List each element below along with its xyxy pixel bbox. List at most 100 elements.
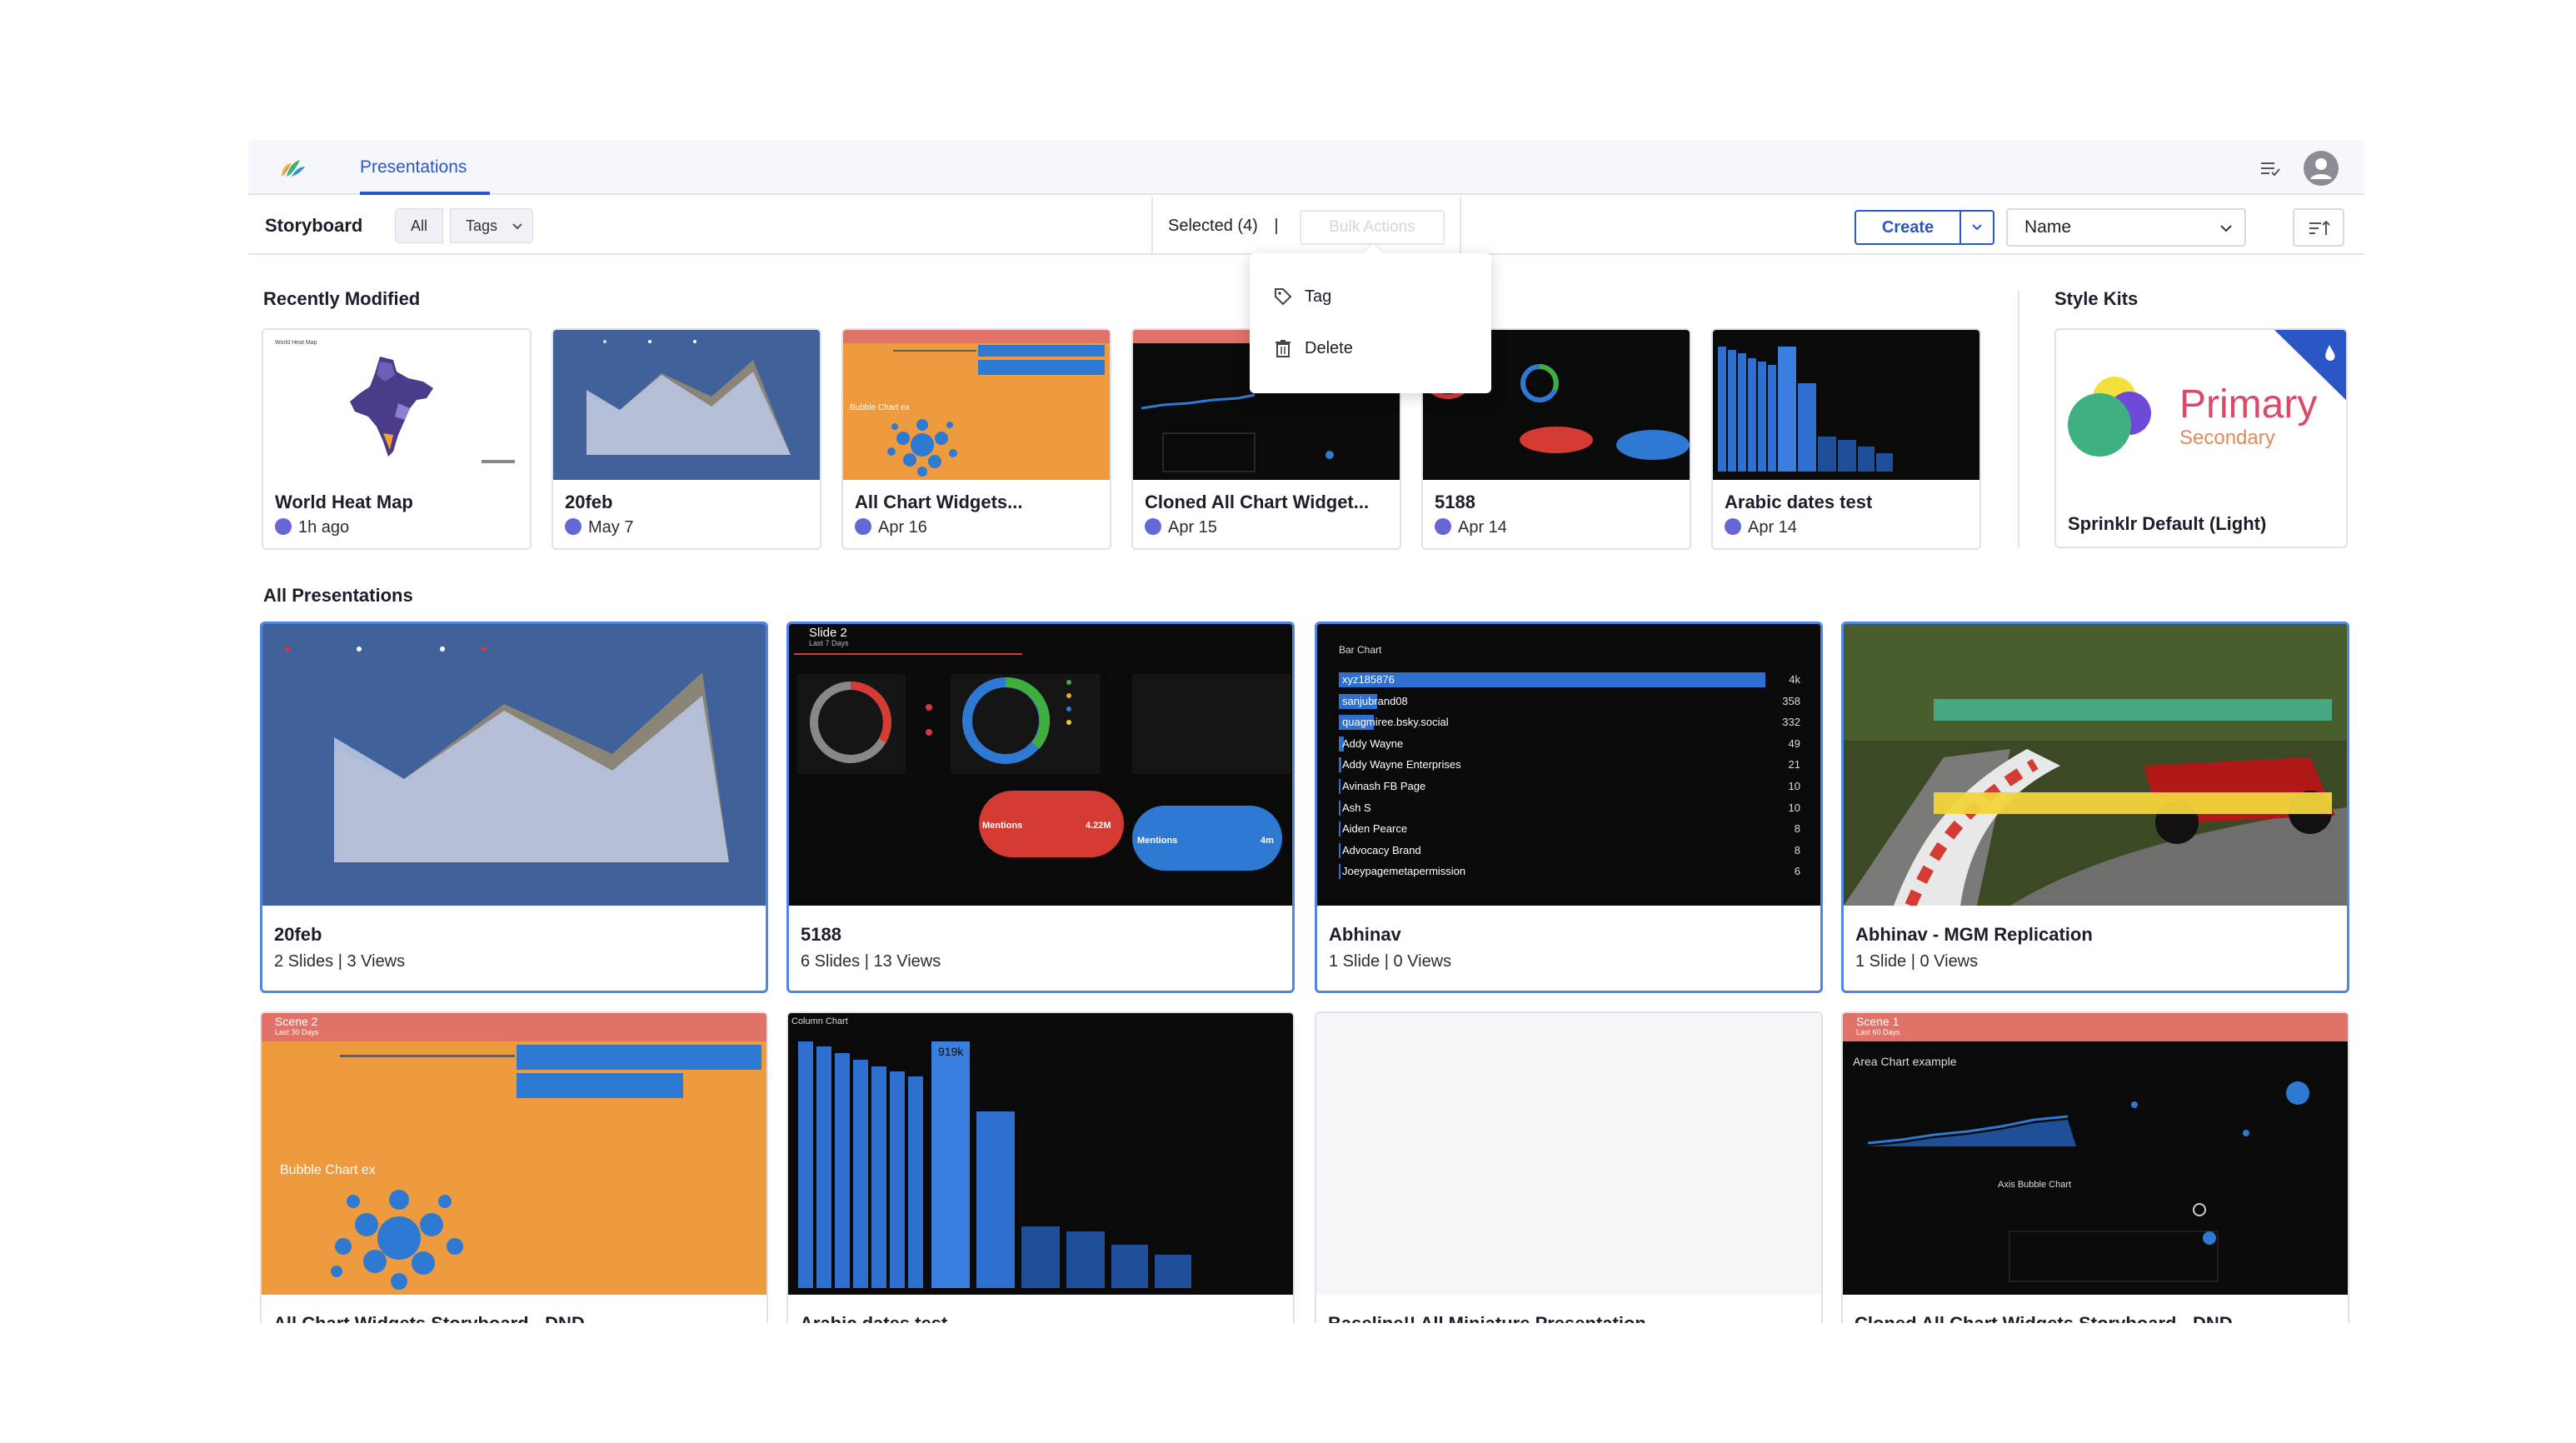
all-presentations-title: All Presentations xyxy=(263,585,413,606)
card-time: Apr 14 xyxy=(1748,518,1797,537)
create-button[interactable]: Create xyxy=(1855,210,1961,245)
presentation-card[interactable]: Bar Chart xyz185876 4k sanjubrand08 358 quag… xyxy=(1315,622,1823,993)
bar-chart-row: Avinash FB Page 10 xyxy=(1339,777,1800,796)
thumbnail: Column Chart 919k xyxy=(788,1013,1293,1295)
tab-presentations[interactable]: Presentations xyxy=(360,140,467,195)
task-list-icon[interactable] xyxy=(2256,154,2284,182)
recent-card[interactable]: Bubble Chart ex All Chart Widgets... Apr… xyxy=(841,328,1111,550)
bar-chart-value: 358 xyxy=(1782,694,1800,707)
card-title: All Chart Widgets... xyxy=(855,492,1023,512)
mentions-label: Mentions xyxy=(1137,836,1178,846)
bar xyxy=(517,1073,683,1098)
tag-icon xyxy=(1275,288,1292,306)
card-title: 20feb xyxy=(274,924,322,945)
app-window: Presentations Storyboard All Tags Select… xyxy=(248,140,2364,1323)
bar-chart-value: 49 xyxy=(1788,736,1800,750)
chevron-down-icon xyxy=(1972,224,1982,231)
race-car-photo xyxy=(1844,624,2347,906)
presentation-card[interactable]: 20feb 2 Slides | 3 Views xyxy=(260,622,768,993)
owner-dot xyxy=(855,518,871,535)
bar-chart-label: Addy Wayne Enterprises xyxy=(1342,758,1461,771)
selected-count: Selected (4) | xyxy=(1168,197,1279,255)
card-meta: 1h ago xyxy=(275,518,349,537)
thumb-label: World Heat Map xyxy=(275,340,317,346)
chevron-down-icon xyxy=(2220,225,2232,232)
presentation-card[interactable]: Column Chart 919k Arabic dates test xyxy=(786,1011,1295,1323)
create-dropdown-button[interactable] xyxy=(1959,210,1994,245)
sort-order-icon xyxy=(2309,220,2330,235)
menu-item-delete-label: Delete xyxy=(1305,339,1353,357)
bar xyxy=(893,350,976,352)
india-map-icon xyxy=(350,357,433,457)
recent-card[interactable]: Arabic dates test Apr 14 xyxy=(1711,328,1981,550)
card-title: All Chart Widgets Storyboard - DND xyxy=(273,1313,585,1323)
card-meta: Apr 14 xyxy=(1725,518,1797,537)
recently-modified-title: Recently Modified xyxy=(263,288,421,309)
filter-tags-label: Tags xyxy=(466,217,498,234)
default-corner-badge xyxy=(2274,330,2346,401)
card-title: Arabic dates test xyxy=(800,1313,947,1323)
bar-chart-bar xyxy=(1339,800,1340,816)
menu-item-tag-label: Tag xyxy=(1305,287,1332,306)
bar-chart-label: quagmiree.bsky.social xyxy=(1342,716,1449,729)
presentation-card[interactable]: Abhinav - MGM Replication 1 Slide | 0 Vi… xyxy=(1841,622,2349,993)
bar-chart-row: xyz185876 4k xyxy=(1339,671,1800,689)
bar-chart-label: Avinash FB Page xyxy=(1342,780,1426,792)
scene-header xyxy=(262,1013,766,1041)
card-title: Abhinav xyxy=(1329,924,1401,945)
map-legend xyxy=(482,460,515,463)
bulk-actions-button[interactable]: Bulk Actions xyxy=(1300,210,1445,245)
thumbnail xyxy=(1713,330,1979,480)
owner-dot xyxy=(565,518,582,535)
bar-chart-label: Ash S xyxy=(1342,801,1371,814)
card-title: 5188 xyxy=(801,924,841,945)
bar-chart-value: 8 xyxy=(1794,843,1800,856)
bar-chart-row: Joeypagemetapermission 6 xyxy=(1339,862,1800,881)
filter-tags-dropdown[interactable]: Tags xyxy=(450,208,534,243)
card-meta: 2 Slides | 3 Views xyxy=(274,952,406,971)
peak-value-label: 919k xyxy=(938,1045,964,1058)
card-meta: May 7 xyxy=(565,518,633,537)
user-avatar-icon[interactable] xyxy=(2303,150,2339,187)
card-meta: 1 Slide | 0 Views xyxy=(1329,952,1452,971)
menu-item-delete[interactable]: Delete xyxy=(1250,323,1491,373)
card-meta: Apr 15 xyxy=(1145,518,1217,537)
storyboard-title: Storyboard xyxy=(265,215,363,236)
menu-item-tag[interactable]: Tag xyxy=(1250,272,1491,322)
card-time: Apr 14 xyxy=(1458,518,1507,537)
presentation-card[interactable]: Scene 1 Last 60 Days Area Chart example … xyxy=(1841,1011,2349,1323)
bar-chart-bar xyxy=(1339,757,1341,773)
area-chart-thumbnail xyxy=(285,647,729,862)
storyboard-toolbar: Storyboard All Tags Selected (4) | Bulk … xyxy=(248,197,2364,255)
card-title: World Heat Map xyxy=(275,492,413,512)
bar-chart-label: Aiden Pearce xyxy=(1342,822,1408,836)
presentation-card[interactable]: Slide 2 Last 7 Days Mentions 4.22M Menti… xyxy=(786,622,1295,993)
thumbnail xyxy=(1844,624,2347,906)
area-chart-thumbnail xyxy=(587,340,791,455)
recent-card[interactable]: World Heat Map World Heat Map 1h ago xyxy=(262,328,532,550)
bar-chart-bar xyxy=(1339,672,1765,687)
sprinklr-logo-icon[interactable] xyxy=(275,152,308,185)
bar-chart-bar xyxy=(1339,821,1340,837)
bar-chart-row: Addy Wayne Enterprises 21 xyxy=(1339,756,1800,774)
bar-chart-label: sanjubrand08 xyxy=(1342,694,1408,707)
scene-header xyxy=(843,330,1110,343)
thumbnail xyxy=(262,624,766,906)
bar-chart-row: quagmiree.bsky.social 332 xyxy=(1339,713,1800,731)
sort-by-select[interactable]: Name xyxy=(2006,208,2246,247)
bubble-cluster xyxy=(331,1190,463,1290)
recent-card[interactable]: 20feb May 7 xyxy=(552,328,821,550)
sort-order-button[interactable] xyxy=(2293,208,2344,247)
thumbnail xyxy=(553,330,820,480)
card-title: Arabic dates test xyxy=(1725,492,1873,512)
owner-dot xyxy=(1725,518,1741,535)
thumbnail: World Heat Map xyxy=(263,330,530,480)
filter-all-button[interactable]: All xyxy=(395,208,444,243)
presentation-card[interactable]: Baseline!! All Miniature Presentation xyxy=(1315,1011,1823,1323)
bubble-cluster xyxy=(887,419,957,477)
thumbnail: Scene 2 Last 30 Days Bubble Chart ex xyxy=(262,1013,766,1295)
bar-chart-row: Aiden Pearce 8 xyxy=(1339,820,1800,838)
bar-chart-row: Advocacy Brand 8 xyxy=(1339,841,1800,860)
presentation-card[interactable]: Scene 2 Last 30 Days Bubble Chart ex All… xyxy=(260,1011,768,1323)
style-kit-card[interactable]: Primary Secondary Sprinklr Default (Ligh… xyxy=(2054,328,2348,548)
